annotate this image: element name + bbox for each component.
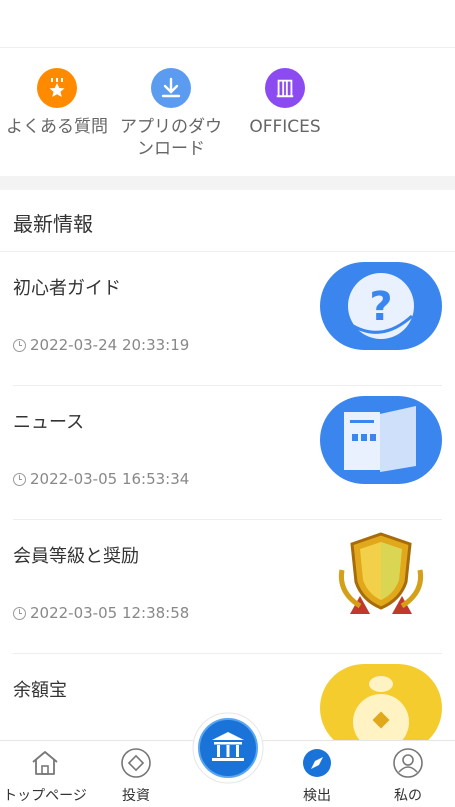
tab-label: トップページ	[3, 788, 87, 804]
quick-link-label: よくある質問	[6, 117, 108, 137]
news-title: 会員等級と奨励	[13, 546, 139, 567]
news-timestamp: 2022-03-05 12:38:58	[13, 604, 189, 622]
quick-link-faq[interactable]: よくある質問	[0, 68, 114, 138]
news-item[interactable]: 会員等級と奨励 2022-03-05 12:38:58	[13, 520, 442, 654]
question-bubble-icon: ?	[320, 262, 442, 350]
money-bag-icon	[320, 664, 442, 752]
news-title: ニュース	[13, 412, 85, 433]
news-item[interactable]: ニュース 2022-03-05 16:53:34	[13, 386, 442, 520]
news-title: 余額宝	[13, 680, 67, 701]
download-icon	[151, 68, 191, 108]
tab-label: 私の	[394, 788, 422, 804]
clock-icon	[13, 472, 26, 486]
compass-icon	[301, 747, 333, 779]
news-title: 初心者ガイド	[13, 278, 121, 299]
gold-shield-icon	[320, 530, 442, 618]
news-time-text: 2022-03-05 12:38:58	[30, 604, 190, 622]
diamond-icon	[120, 747, 152, 779]
tab-invest[interactable]: 投資	[91, 747, 181, 805]
tab-mine[interactable]: 私の	[363, 747, 453, 805]
section-title: 最新情報	[13, 212, 93, 236]
news-timestamp: 2022-03-05 16:53:34	[13, 470, 189, 488]
tab-label: 投資	[122, 788, 150, 804]
section-divider	[0, 176, 455, 190]
section-header: 最新情報	[0, 190, 455, 252]
quick-link-offices[interactable]: OFFICES	[228, 68, 342, 138]
user-icon	[392, 747, 424, 779]
tab-home[interactable]: トップページ	[0, 747, 90, 805]
tab-discover[interactable]: 検出	[272, 747, 362, 805]
news-timestamp: 2022-03-24 20:33:19	[13, 336, 189, 354]
book-icon	[320, 396, 442, 484]
tab-label: 検出	[303, 788, 331, 804]
news-item[interactable]: 初心者ガイド 2022-03-24 20:33:19 ?	[13, 252, 442, 386]
center-tab-button[interactable]	[192, 712, 264, 784]
star-badge-icon	[37, 68, 77, 108]
news-time-text: 2022-03-05 16:53:34	[30, 470, 190, 488]
clock-icon	[13, 606, 26, 620]
quick-links: よくある質問 アプリのダウンロード OFFICES	[0, 60, 455, 174]
top-header-strip	[0, 0, 455, 48]
quick-link-app-download[interactable]: アプリのダウンロード	[114, 68, 228, 160]
building-icon	[265, 68, 305, 108]
bank-icon	[192, 712, 264, 784]
quick-link-label: OFFICES	[249, 117, 321, 137]
quick-link-label: アプリのダウンロード	[120, 117, 222, 159]
news-time-text: 2022-03-24 20:33:19	[30, 336, 190, 354]
home-icon	[29, 747, 61, 779]
clock-icon	[13, 338, 26, 352]
svg-text:?: ?	[369, 284, 392, 330]
